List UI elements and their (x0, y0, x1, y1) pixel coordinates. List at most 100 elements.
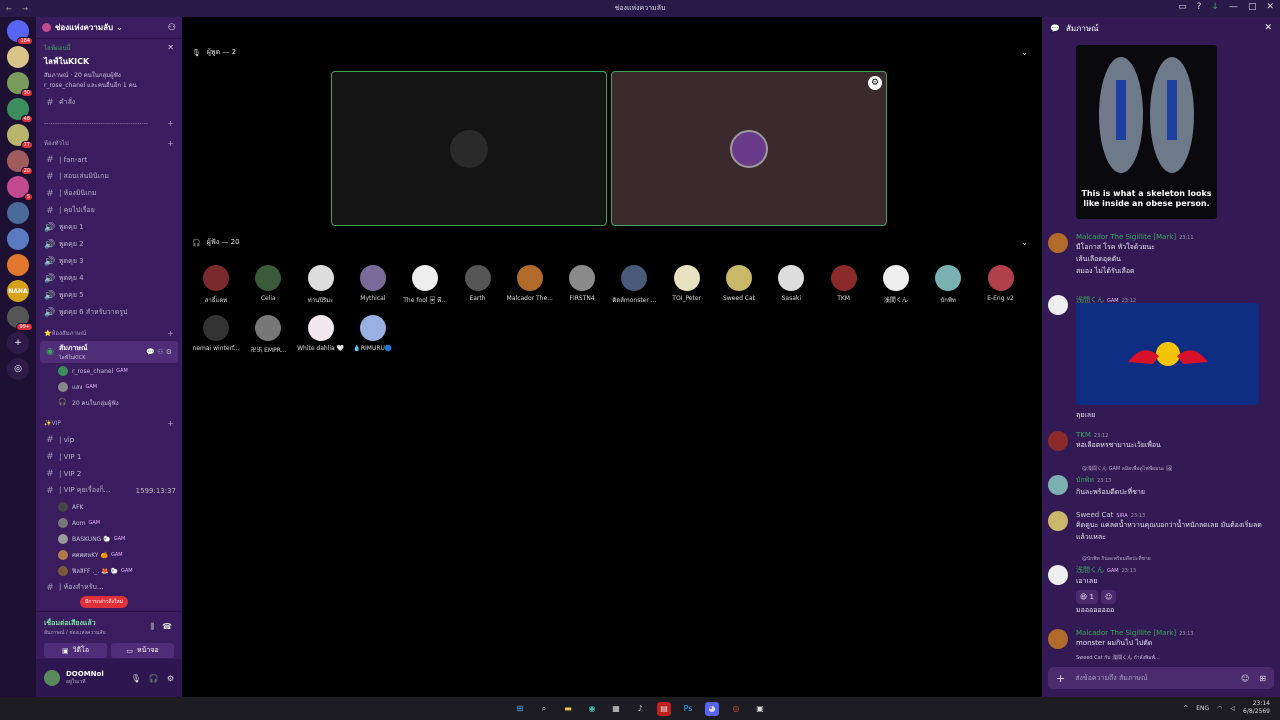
channel-item[interactable]: # | VIP 2 (36, 465, 182, 482)
server-icon[interactable]: 48 (7, 98, 33, 123)
channel-item[interactable]: # | fan-art (36, 151, 182, 168)
photoshop-icon[interactable]: Ps (681, 702, 695, 716)
avatar[interactable] (1048, 431, 1068, 451)
discover-icon[interactable]: ◎ (7, 358, 29, 380)
channel-item[interactable]: 🔊 พูดคุย 2 (36, 236, 182, 253)
emoji-icon[interactable]: ☺ (1241, 674, 1249, 683)
voice-user[interactable]: 🎧 20 คนในกลุ่มผู้ฟัง (36, 395, 182, 411)
stage-channel[interactable]: ◉ สัมภาษณ์ ไลฟ์ในKICK 💬 ⚇ ⚙ (40, 341, 178, 363)
server-icon[interactable]: 5 (7, 176, 33, 201)
plus-icon[interactable]: + (167, 329, 174, 338)
news-icon[interactable]: ▤ (657, 701, 671, 716)
channel-item[interactable]: # | คุยไปเรื่อย (36, 202, 182, 219)
server-icon[interactable]: NANA (7, 280, 29, 302)
avatar[interactable] (1048, 629, 1068, 649)
avatar[interactable] (1048, 233, 1068, 253)
server-icon[interactable]: 77 (7, 124, 33, 149)
server-icon[interactable] (7, 46, 29, 68)
live-event[interactable]: ไลฟ์ตอนนี้ ไลฟ์ในKICK สัมภาษณ์ · 20 คนใน… (36, 39, 182, 94)
server-icon[interactable]: 30 (7, 72, 33, 97)
channel-item[interactable]: # | VIP คุยเรื่องก็... 1599:13:37 (36, 482, 182, 499)
close-icon[interactable]: ✕ (1264, 23, 1272, 33)
reaction-chip[interactable]: ☺ (1100, 590, 1117, 604)
server-header[interactable]: ช่องแห่งความลับ ⌄ ⚇ (36, 17, 182, 39)
add-server-icon[interactable]: + (7, 332, 29, 354)
avatar[interactable] (1048, 565, 1068, 585)
channel-item[interactable]: 🔊 พูดคุย 4 (36, 270, 182, 287)
new-mentions-badge[interactable]: มีการกล่าวถึงใหม่ (80, 596, 129, 608)
server-icon[interactable] (7, 228, 29, 250)
channel-item[interactable]: 🔊 พูดคุย 5 (36, 287, 182, 304)
gear-icon[interactable]: ⚙ (167, 674, 174, 683)
voice-user[interactable]: AFK (36, 499, 182, 515)
plus-icon[interactable]: + (167, 119, 174, 128)
chevron-up-icon[interactable]: ^ (1183, 705, 1188, 712)
plus-icon[interactable]: + (167, 139, 174, 148)
reaction-chip[interactable]: 😆 1 (1076, 590, 1098, 604)
category-interview[interactable]: ⭐ห้องสัมภาษณ์ + (36, 325, 182, 341)
microphone-icon[interactable]: 🎙 (131, 674, 141, 683)
message-author[interactable]: Sweed Cat (1076, 511, 1113, 519)
inbox-icon[interactable]: ▭ (1178, 2, 1187, 12)
discord-icon[interactable]: 184 (7, 20, 33, 45)
message-author[interactable]: Malcador The Sigillite [Mark] (1076, 233, 1176, 241)
image-attachment[interactable]: This is what a skeleton looks like insid… (1076, 45, 1217, 219)
chrome-icon[interactable]: ◎ (729, 702, 743, 716)
speakers-header[interactable]: 🎙 ผู้พูด — 2 ⌄ (192, 47, 1028, 58)
voice-user[interactable]: ศศศศหKY 🍊 GAM (36, 547, 182, 563)
channel-item[interactable]: # | VIP 1 (36, 448, 182, 465)
plus-icon[interactable]: + (1056, 672, 1065, 685)
avatar[interactable] (1048, 511, 1068, 531)
minimize-icon[interactable]: — (1229, 2, 1238, 12)
volume-icon[interactable]: ◁ (1230, 705, 1235, 712)
channel-item[interactable]: # | สอนเล่นมินิเกม (36, 168, 182, 185)
apps-icon[interactable]: ⊞ (1259, 674, 1266, 683)
channel-item[interactable]: 🔊 พูดคุย 1 (36, 219, 182, 236)
channel-item[interactable]: 🔊 พูดคุย 3 (36, 253, 182, 270)
gear-icon[interactable]: ⚙ (868, 76, 882, 90)
screen-share-button[interactable]: ▭ หน้าจอ (111, 643, 174, 658)
wifi-icon[interactable]: ◠ (1217, 705, 1222, 712)
server-icon[interactable] (7, 254, 29, 276)
category-vip[interactable]: ✨VIP + (36, 415, 182, 431)
voice-user[interactable]: BASKUNG 🐑 GAM (36, 531, 182, 547)
close-icon[interactable]: ✕ (167, 43, 174, 52)
channel-item[interactable]: 🔊 พูดคุย 6 สำหรับวาดรูป (36, 304, 182, 321)
noise-icon[interactable]: ⫼ (150, 622, 154, 632)
avatar[interactable] (44, 670, 60, 686)
reply-reference[interactable]: @浅間くん GAM ลมิดเพื่อดูไฟฟ์ผมนะ 🖼 (1082, 465, 1173, 473)
avatar[interactable] (1048, 295, 1068, 315)
video-button[interactable]: ▣ วิดีโอ (44, 643, 107, 658)
voice-user[interactable]: ฟิลลิFF ._. 🦊 🐑 GAM (36, 563, 182, 579)
download-icon[interactable]: ↓ (1211, 2, 1219, 12)
edge-icon[interactable]: ◉ (585, 702, 599, 716)
avatar[interactable] (1048, 475, 1068, 495)
lang-indicator[interactable]: ENG (1196, 705, 1209, 712)
chevron-down-icon[interactable]: ⌄ (1021, 238, 1028, 247)
chat-input[interactable]: + ส่งข้อความถึง สัมภาษณ์ ☺ ⊞ (1048, 667, 1274, 689)
message-author[interactable]: 浅間くん (1076, 296, 1104, 304)
voice-user[interactable]: แสง GAM (36, 379, 182, 395)
app-icon[interactable]: ▣ (753, 702, 767, 716)
clock[interactable]: 23:14 6/8/2569 (1243, 700, 1270, 716)
server-icon[interactable]: 20 (7, 150, 33, 175)
search-icon[interactable]: ⌕ (537, 702, 551, 716)
audience-member[interactable]: E-Eng v2 (970, 265, 1032, 302)
message-author[interactable]: บักพิท (1076, 476, 1094, 484)
maximize-icon[interactable]: □ (1248, 2, 1257, 12)
help-icon[interactable]: ? (1197, 2, 1202, 12)
disconnect-icon[interactable]: ☎ (162, 622, 172, 632)
voice-user[interactable]: r_rose_chanel GAM (36, 363, 182, 379)
audience-header[interactable]: 🎧 ผู้ฟัง — 20 ⌄ (192, 237, 1028, 248)
discord-icon[interactable]: ◕ (705, 701, 719, 716)
speaker-tile[interactable]: ⚙ (611, 71, 887, 226)
channel-command[interactable]: # คำสั่ง (36, 94, 182, 111)
server-icon[interactable] (7, 202, 29, 224)
voice-user[interactable]: Aom GAM (36, 515, 182, 531)
plus-icon[interactable]: + (167, 419, 174, 428)
category-general[interactable]: ห้องทั่วไป + (36, 135, 182, 151)
reply-reference[interactable]: @บักพิท กินละพร้อมดีดปะที่ชาย (1082, 555, 1151, 563)
close-icon[interactable]: ✕ (1266, 2, 1274, 12)
message-author[interactable]: Malcador The Sigillite [Mark] (1076, 629, 1176, 637)
audience-member[interactable]: 💧RIMURU🔵 (342, 315, 404, 352)
